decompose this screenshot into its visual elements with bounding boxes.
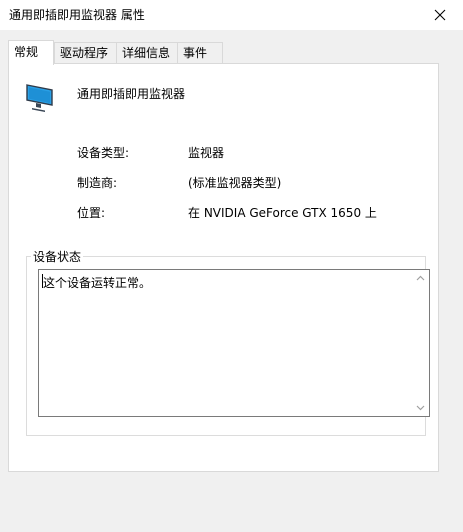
- device-status-title: 设备状态: [31, 248, 84, 265]
- location-label: 位置:: [77, 206, 106, 220]
- device-name: 通用即插即用监视器: [77, 87, 186, 101]
- general-tab-panel: 通用即插即用监视器 设备类型: 监视器 制造商: (标准监视器类型) 位置: 在…: [8, 63, 439, 472]
- scroll-down-arrow-icon[interactable]: [416, 403, 425, 412]
- tab-events[interactable]: 事件: [177, 42, 223, 63]
- tab-bar: 常规 驱动程序 详细信息 事件: [8, 40, 455, 65]
- properties-dialog: 通用即插即用监视器 属性 常规 驱动程序 详细信息 事件 通用即插即用监视器 设…: [0, 0, 463, 532]
- close-icon: [434, 9, 446, 21]
- device-status-group: 设备状态 这个设备运转正常。: [26, 248, 430, 436]
- vertical-scrollbar[interactable]: [412, 270, 429, 416]
- monitor-icon: [26, 84, 53, 112]
- window-title: 通用即插即用监视器 属性: [9, 8, 145, 22]
- tab-general[interactable]: 常规: [8, 40, 54, 65]
- manufacturer-value: (标准监视器类型): [188, 176, 282, 190]
- device-status-text: 这个设备运转正常。: [43, 276, 152, 290]
- tab-details[interactable]: 详细信息: [116, 42, 178, 63]
- close-button[interactable]: [417, 0, 463, 30]
- device-status-textbox[interactable]: 这个设备运转正常。: [38, 269, 430, 417]
- tab-driver[interactable]: 驱动程序: [54, 42, 117, 63]
- device-type-label: 设备类型:: [77, 146, 130, 160]
- scroll-up-arrow-icon[interactable]: [416, 274, 425, 283]
- manufacturer-label: 制造商:: [77, 176, 118, 190]
- title-bar[interactable]: 通用即插即用监视器 属性: [0, 0, 463, 30]
- device-type-value: 监视器: [188, 146, 225, 160]
- location-value: 在 NVIDIA GeForce GTX 1650 上: [188, 206, 377, 220]
